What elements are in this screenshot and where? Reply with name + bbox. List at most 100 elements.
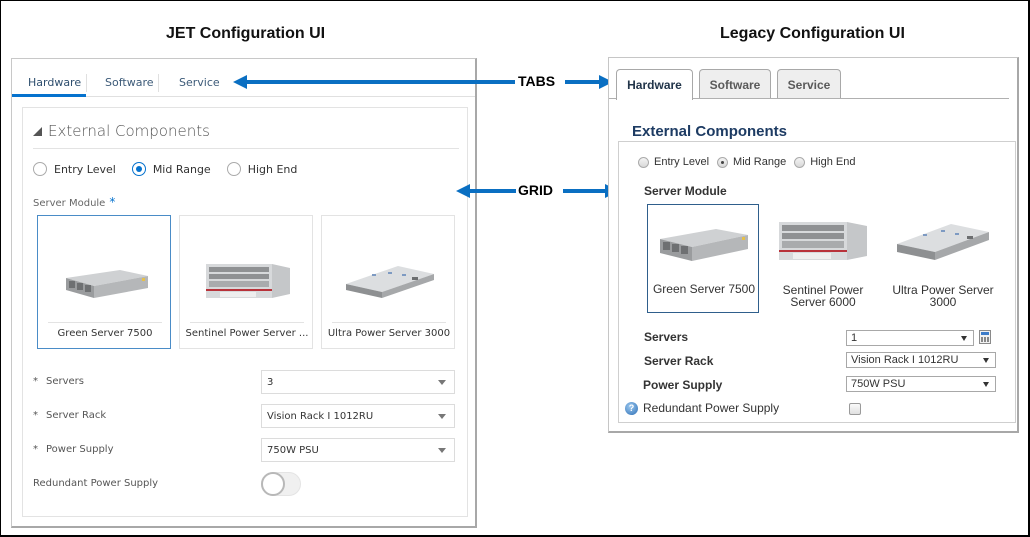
field-label: * Servers	[33, 376, 84, 387]
jet-section-header[interactable]: External Components	[33, 122, 210, 140]
tab-separator	[158, 74, 159, 92]
radio-unselected-icon[interactable]	[794, 156, 806, 168]
chevron-down-icon[interactable]	[961, 336, 967, 341]
toggle-knob[interactable]	[261, 472, 285, 496]
legacy-radio-mid-range[interactable]: Mid Range	[717, 156, 786, 168]
legacy-tab-software[interactable]: Software	[699, 69, 771, 99]
select-value: 750W PSU	[851, 378, 906, 390]
jet-redundant-power-toggle[interactable]	[261, 472, 301, 496]
legacy-radio-high-end[interactable]: High End	[794, 156, 856, 168]
server-1u-icon	[660, 229, 748, 261]
chevron-down-icon[interactable]	[983, 358, 989, 363]
legacy-caption: Legacy Configuration UI	[720, 25, 905, 42]
jet-server-rack-select[interactable]: Vision Rack I 1012RU	[261, 404, 455, 428]
jet-server-module-label: Server Module *	[33, 195, 115, 209]
arrow-line	[245, 80, 515, 84]
jet-card-ultra-power-server-3000[interactable]: Ultra Power Server 3000	[321, 215, 455, 349]
select-value: 750W PSU	[267, 445, 319, 456]
legacy-card-ultra-power-server-3000[interactable]: Ultra Power Server 3000	[887, 204, 999, 313]
server-module-name: Ultra Power Server 3000	[327, 328, 451, 339]
chevron-down-icon[interactable]	[438, 380, 446, 385]
server-4u-icon	[206, 264, 290, 298]
chevron-down-icon[interactable]	[438, 448, 446, 453]
chevron-down-icon[interactable]	[983, 382, 989, 387]
jet-section-title: External Components	[48, 122, 210, 140]
label-text: Server Module	[33, 198, 106, 209]
divider	[190, 322, 304, 323]
chevron-down-icon[interactable]	[438, 414, 446, 419]
server-module-name: Sentinel Power Server ...	[185, 328, 309, 339]
radio-unselected-icon[interactable]	[226, 162, 241, 176]
jet-card-green-server-7500[interactable]: Green Server 7500	[37, 215, 171, 349]
tabs-label: TABS	[518, 73, 556, 89]
jet-field-servers: * Servers 3	[33, 370, 459, 394]
server-4u-icon	[779, 222, 867, 260]
radio-label: Mid Range	[152, 162, 211, 176]
jet-power-supply-select[interactable]: 750W PSU	[261, 438, 455, 462]
select-value: Vision Rack I 1012RU	[267, 411, 374, 422]
legacy-server-module-grid: Green Server 7500 Sentinel Power Server …	[647, 204, 1007, 313]
active-tab-indicator	[12, 94, 86, 97]
server-module-name: Ultra Power Server 3000	[892, 283, 994, 309]
server-module-name: Sentinel Power Server 6000	[782, 283, 864, 309]
select-value: 1	[851, 332, 858, 344]
label-text: Servers	[46, 376, 85, 387]
legacy-radio-entry-level[interactable]: Entry Level	[638, 156, 709, 168]
calculator-icon[interactable]	[979, 330, 991, 344]
field-label: * Power Supply	[33, 444, 114, 455]
required-asterisk: *	[109, 195, 116, 209]
jet-radio-high-end[interactable]: High End	[226, 162, 297, 176]
legacy-redundant-power-checkbox[interactable]	[849, 403, 861, 415]
legacy-tier-radio-group: Entry Level Mid Range High End	[638, 156, 864, 168]
legacy-servers-select[interactable]: 1	[846, 330, 974, 346]
arrow-line	[565, 80, 601, 84]
jet-caption: JET Configuration UI	[166, 25, 326, 42]
legacy-servers-label: Servers	[644, 330, 689, 344]
select-value: 3	[267, 377, 274, 388]
select-value: Vision Rack I 1012RU	[851, 354, 959, 366]
jet-servers-select[interactable]: 3	[261, 370, 455, 394]
legacy-card-sentinel-power-server-6000[interactable]: Sentinel Power Server 6000	[767, 204, 879, 313]
server-blade-icon	[897, 224, 989, 260]
collapse-triangle-icon[interactable]	[33, 127, 42, 136]
jet-config-panel: Hardware Software Service External Compo…	[11, 58, 477, 528]
help-icon[interactable]: ?	[625, 402, 638, 415]
arrow-line	[563, 189, 607, 193]
server-blade-icon	[346, 266, 434, 298]
jet-tab-hardware[interactable]: Hardware	[28, 76, 81, 89]
jet-field-server-rack: * Server Rack Vision Rack I 1012RU	[33, 404, 459, 428]
legacy-section-title: External Components	[632, 123, 788, 140]
radio-selected-icon[interactable]	[717, 156, 729, 168]
radio-selected-icon[interactable]	[131, 162, 146, 176]
legacy-server-rack-select[interactable]: Vision Rack I 1012RU	[846, 352, 996, 368]
required-asterisk: *	[33, 410, 38, 421]
legacy-power-supply-select[interactable]: 750W PSU	[846, 376, 996, 392]
arrow-line	[468, 189, 516, 193]
jet-card-sentinel-power-server[interactable]: Sentinel Power Server ...	[179, 215, 313, 349]
divider	[332, 322, 446, 323]
radio-label: High End	[810, 156, 856, 168]
legacy-tab-hardware[interactable]: Hardware	[616, 69, 693, 100]
legacy-config-panel: Hardware Software Service External Compo…	[608, 57, 1019, 433]
jet-radio-mid-range[interactable]: Mid Range	[131, 162, 211, 176]
required-asterisk: *	[33, 376, 38, 387]
jet-tab-service[interactable]: Service	[179, 76, 220, 89]
legacy-server-module-label: Server Module	[644, 184, 727, 198]
jet-external-components-section: External Components Entry Level Mid Rang…	[22, 107, 468, 517]
server-module-name: Green Server 7500	[57, 328, 153, 339]
radio-unselected-icon[interactable]	[638, 156, 649, 168]
jet-tab-software[interactable]: Software	[105, 76, 154, 89]
legacy-card-green-server-7500[interactable]: Green Server 7500	[647, 204, 759, 313]
field-label: Redundant Power Supply	[33, 478, 159, 489]
legacy-power-supply-label: Power Supply	[643, 378, 723, 392]
jet-radio-entry-level[interactable]: Entry Level	[33, 162, 116, 176]
radio-label: Mid Range	[733, 156, 787, 168]
radio-label: Entry Level	[654, 156, 710, 168]
radio-unselected-icon[interactable]	[33, 162, 47, 176]
field-label: * Server Rack	[33, 410, 106, 421]
legacy-redundant-power-label: Redundant Power Supply	[643, 401, 780, 415]
divider	[48, 322, 162, 323]
divider	[33, 148, 459, 149]
label-text: Power Supply	[46, 444, 114, 455]
legacy-tab-service[interactable]: Service	[777, 69, 841, 99]
